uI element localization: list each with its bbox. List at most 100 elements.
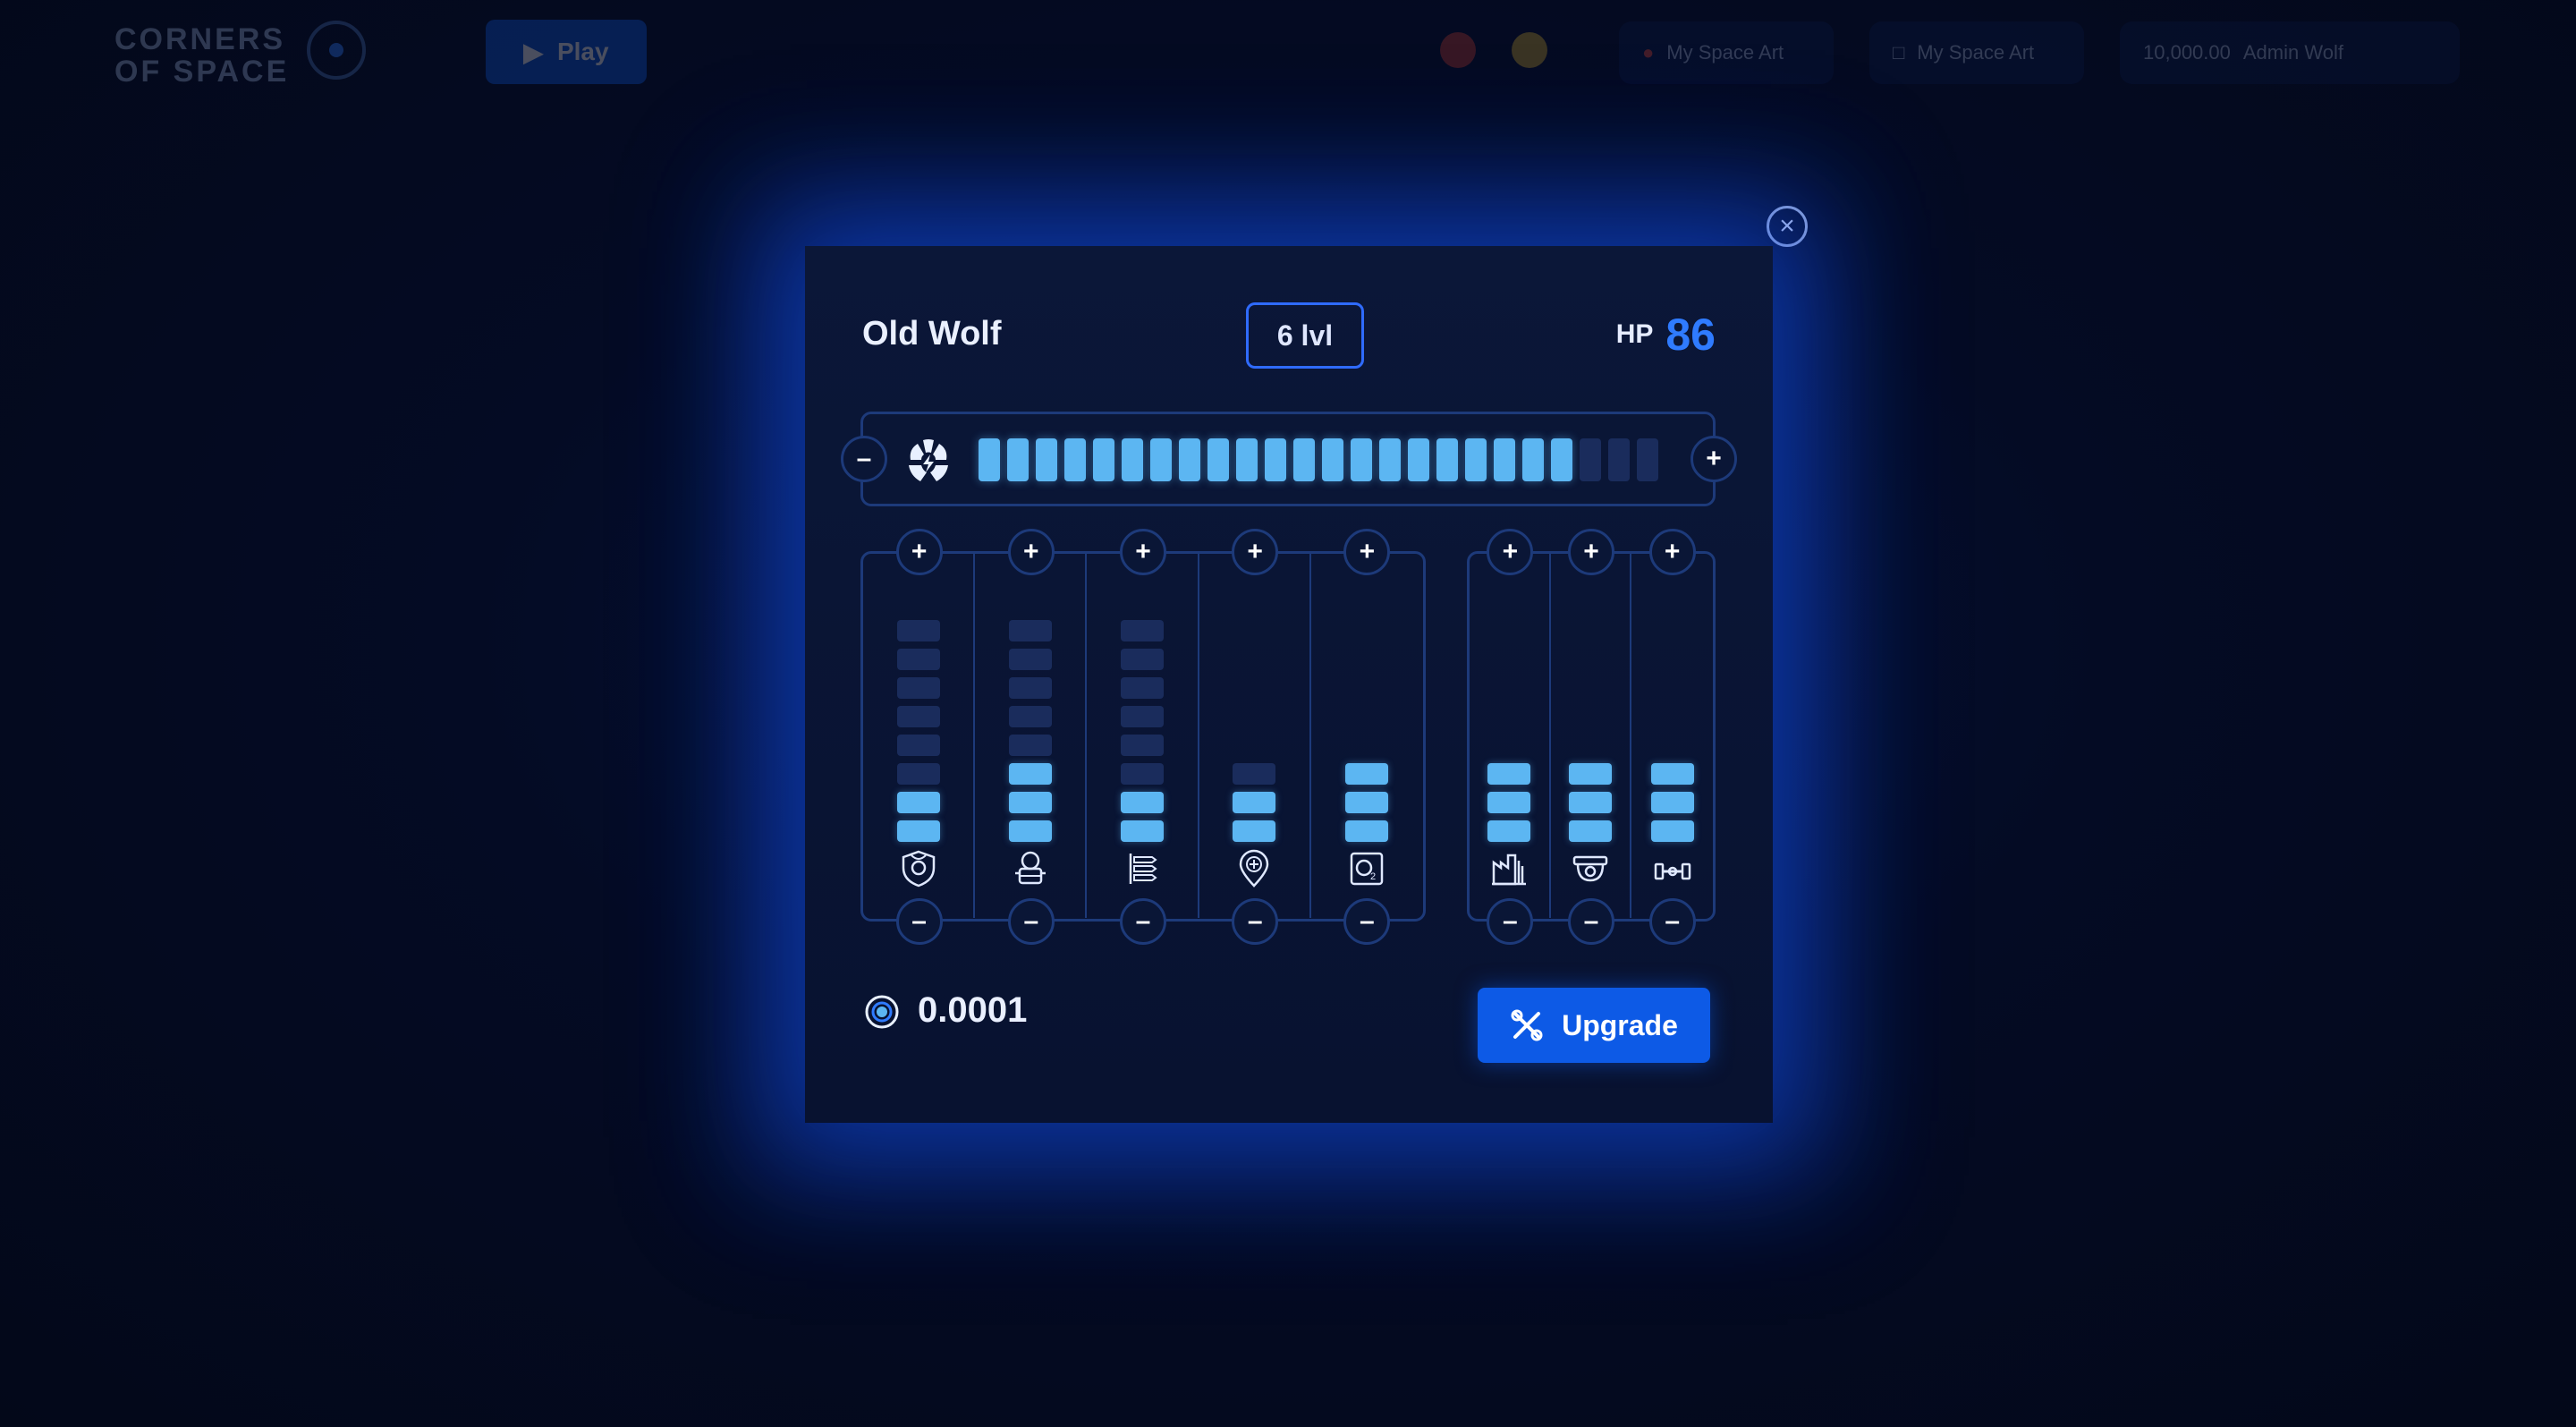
shield-increase-button[interactable]: + [895,529,943,575]
system-level-cell [1568,820,1612,842]
energy-segment [1265,438,1286,481]
app-logo[interactable]: CORNERS OF SPACE [114,23,289,88]
system-level-cell [1120,677,1164,699]
ammo-increase-button[interactable]: + [1120,529,1166,575]
system-level-bar [1345,763,1389,842]
system-column-ammo [1087,553,1199,918]
wallet-amount: 10,000.00 [2143,41,2231,64]
energy-segment [1608,438,1630,481]
system-level-cell [896,620,940,641]
energy-segment [1322,438,1343,481]
factory-increase-button[interactable]: + [1487,529,1534,575]
logo-line-2: OF SPACE [114,55,290,89]
repair-increase-button[interactable]: + [1232,529,1279,575]
system-level-cell [896,792,940,813]
notification-icon[interactable] [1440,32,1476,68]
system-level-cell [1650,792,1694,813]
nav-pill-2-label: My Space Art [1917,41,2035,64]
system-level-cell [1120,620,1164,641]
level-badge: 6 lvl [1246,302,1364,369]
energy-segment [1551,438,1572,481]
robot-decrease-button[interactable]: – [1007,898,1055,945]
energy-level-bar [979,438,1658,481]
camera-decrease-button[interactable]: – [1568,898,1614,945]
energy-segment [1465,438,1487,481]
system-column-camera [1551,553,1632,918]
system-level-cell [1568,763,1612,785]
energy-segment [1637,438,1658,481]
energy-segment [1522,438,1544,481]
system-level-cell [1120,706,1164,727]
wallet-pill[interactable]: 10,000.00 Admin Wolf [2120,21,2460,84]
system-level-bar [1008,620,1052,842]
upgrade-button[interactable]: Upgrade [1478,988,1710,1063]
cannon-decrease-button[interactable]: – [1648,898,1696,945]
system-level-cell [1008,649,1052,670]
energy-segment [1208,438,1229,481]
system-level-cell [1650,763,1694,785]
wallet-icon: □ [1893,41,1905,64]
nav-pill-1[interactable]: ● My Space Art [1619,21,1834,84]
energy-increase-button[interactable]: + [1690,436,1737,482]
energy-segment [1580,438,1601,481]
system-column-robot [975,553,1088,918]
trophy-icon[interactable] [1512,32,1547,68]
cannon-increase-button[interactable]: + [1648,529,1696,575]
repair-decrease-button[interactable]: – [1232,898,1279,945]
ammo-decrease-button[interactable]: – [1120,898,1166,945]
system-level-bar [1650,763,1694,842]
system-level-cell [1345,792,1389,813]
system-level-cell [1120,792,1164,813]
close-button[interactable]: × [1767,206,1808,247]
ship-name: Old Wolf [862,315,1002,353]
energy-decrease-button[interactable]: – [841,436,887,482]
shield-decrease-button[interactable]: – [895,898,943,945]
oxygen-decrease-button[interactable]: – [1343,898,1391,945]
system-level-cell [1120,763,1164,785]
system-column-factory [1470,553,1551,918]
energy-segment [1236,438,1258,481]
top-navigation-bar: CORNERS OF SPACE ▶ Play ● My Space Art □… [0,0,2576,107]
play-button[interactable]: ▶ Play [486,20,647,84]
energy-segment [1122,438,1143,481]
system-level-cell [1008,620,1052,641]
system-level-cell [1487,763,1531,785]
system-level-cell [1008,677,1052,699]
energy-segment [1093,438,1114,481]
energy-segment [1379,438,1401,481]
energy-segment [1351,438,1372,481]
system-level-cell [1008,792,1052,813]
system-column-cannon [1631,553,1713,918]
oxygen-increase-button[interactable]: + [1343,529,1391,575]
system-level-cell [1120,735,1164,756]
system-level-cell [896,820,940,842]
factory-decrease-button[interactable]: – [1487,898,1534,945]
hp-display: HP 86 [1616,309,1716,361]
cannon-icon [1654,862,1690,880]
system-level-bar [896,620,940,842]
system-level-cell [1345,820,1389,842]
logo-mark-icon [307,21,366,80]
camera-icon [1572,855,1608,882]
balance-value: 0.0001 [918,990,1028,1030]
location-plus-icon [1239,849,1269,888]
camera-increase-button[interactable]: + [1568,529,1614,575]
energy-segment [1036,438,1057,481]
system-level-cell [1233,792,1276,813]
radiation-bolt-icon [909,439,948,481]
system-level-cell [1120,649,1164,670]
energy-segment [1007,438,1029,481]
energy-segment [1064,438,1086,481]
nav-pill-2[interactable]: □ My Space Art [1869,21,2084,84]
energy-segment [1150,438,1172,481]
system-level-cell [1008,706,1052,727]
robot-increase-button[interactable]: + [1007,529,1055,575]
svg-text:2: 2 [1370,871,1376,882]
system-level-cell [896,735,940,756]
system-level-cell [1233,820,1276,842]
system-level-cell [1487,792,1531,813]
gamepad-icon: ▶ [523,38,543,66]
system-column-oxygen: 2 [1311,553,1423,918]
ship-upgrade-modal: Old Wolf 6 lvl HP 86 – + 0.0001 Upgrade … [805,246,1773,1123]
pin-icon: ● [1642,41,1655,64]
